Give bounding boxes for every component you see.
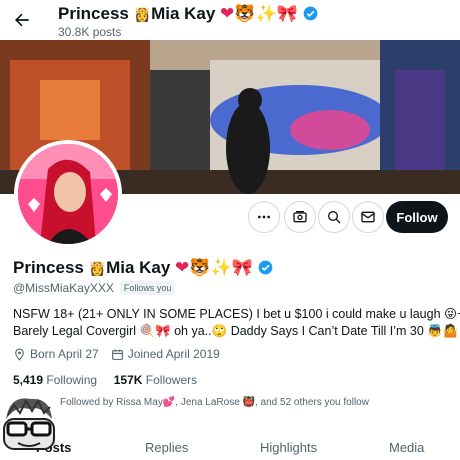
subscribe-icon [293,211,307,223]
devil-emoji-icon: 👹 [242,397,255,408]
handle-row: @MissMiaKayXXX Follows you [13,281,176,295]
profile-tabs: Posts Replies Highlights Media [0,428,460,460]
verified-badge-icon [258,260,272,275]
more-button[interactable] [248,201,280,233]
born-date: Born April 27 [13,347,99,361]
tab-replies[interactable]: Replies [145,440,188,455]
avatar[interactable] [14,140,122,248]
princess-face-emoji-icon: 👸 [88,260,107,276]
joined-date: Joined April 2019 [111,347,220,361]
header-display-name: Princess 👸Mia Kay ❤🐯✨🎀 [58,4,318,24]
laughing-emoji-icon: 😜 [444,307,458,321]
more-icon [258,215,270,219]
following-link[interactable]: 5,419 Following [13,373,97,387]
follow-button[interactable]: Follow [386,201,448,233]
message-icon [361,211,375,223]
search-icon [328,211,341,224]
ribbon-emoji-icon: 🎀 [276,4,298,23]
heart-emoji-icon: ❤ [220,4,235,23]
bio-line-1: NSFW 18+ (21+ ONLY IN SOME PLACES) I bet… [13,307,460,321]
sparkles-emoji-icon: ✨ [210,258,232,277]
eye-roll-emoji-icon: 🙄 [211,324,228,338]
message-button[interactable] [352,201,384,233]
profile-meta: Born April 27 Joined April 2019 [13,347,232,361]
heart-emoji-icon: 💕 [162,397,176,408]
tiger-emoji-icon: 🐯 [234,4,256,23]
tiger-emoji-icon: 🐯 [189,258,211,277]
follow-stats: 5,419 Following 157K Followers [13,373,197,387]
ribbon-emoji-icon: 🎀 [231,258,253,277]
followed-by[interactable]: Followed by Rissa May💕, Jena LaRose 👹, a… [60,397,369,408]
heart-emoji-icon: ❤ [175,258,190,277]
angel-emoji-icon: 👼 [427,324,443,338]
search-button[interactable] [318,201,350,233]
lollipop-emoji-icon: 🍭 [139,324,156,338]
profile-bio: NSFW 18+ (21+ ONLY IN SOME PLACES) I bet… [13,306,460,340]
ribbon-emoji-icon: 🎀 [155,324,171,338]
princess-face-emoji-icon: 👸 [133,6,152,22]
bio-line-2: Barely Legal Covergirl 🍭🎀 oh ya..🙄 Daddy… [13,324,459,338]
calendar-icon [111,349,123,360]
tab-media[interactable]: Media [389,440,424,455]
back-arrow-icon[interactable] [12,10,32,30]
follows-you-badge: Follows you [119,281,176,295]
person-emoji-icon: 🤷 [442,324,459,338]
profile-name: Princess 👸Mia Kay ❤🐯✨🎀 [13,258,273,278]
sparkles-emoji-icon: ✨ [255,4,277,23]
followers-link[interactable]: 157K Followers [114,373,197,387]
location-icon [15,348,24,361]
top-bar: Princess 👸Mia Kay ❤🐯✨🎀 30.8K posts [0,0,460,40]
tab-highlights[interactable]: Highlights [260,440,317,455]
subscribe-button[interactable] [284,201,316,233]
profile-handle: @MissMiaKayXXX [13,281,114,295]
posts-count: 30.8K posts [58,25,122,39]
verified-badge-icon [303,6,317,21]
watermark-logo [3,398,55,450]
